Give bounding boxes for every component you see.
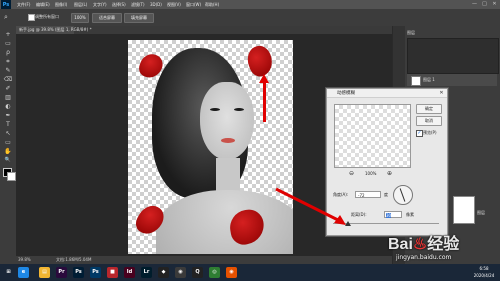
distance-input[interactable]: 30 bbox=[384, 211, 402, 218]
zoom-tool-icon[interactable]: 🔍 bbox=[3, 156, 13, 165]
dialog-title: 动感模糊 bbox=[327, 89, 447, 98]
path-select-tool-icon[interactable]: ↖ bbox=[3, 129, 13, 138]
document-tab[interactable]: 新手.jpg @ 39.8% (图层 1, RGB/8#) * bbox=[16, 26, 92, 34]
pencil-tool-icon[interactable]: ✐ bbox=[3, 84, 13, 93]
zoom-tool-icon: ⌕ bbox=[4, 13, 8, 21]
close-icon[interactable]: ✕ bbox=[490, 0, 499, 9]
photoshop-active-icon[interactable]: Ps bbox=[90, 267, 101, 278]
app-icon[interactable]: ◆ bbox=[158, 267, 169, 278]
zoom-in-icon[interactable]: ⊕ bbox=[387, 170, 395, 178]
angle-unit: 度 bbox=[384, 192, 388, 197]
distance-value: 30 bbox=[386, 213, 392, 218]
ie-icon[interactable]: e bbox=[18, 267, 29, 278]
chrome-icon[interactable]: ◎ bbox=[209, 267, 220, 278]
move-tool-icon[interactable]: + bbox=[3, 30, 13, 39]
status-bar: 39.8% 文档:1.86M/5.04M bbox=[16, 256, 392, 264]
watermark-url: jingyan.baidu.com bbox=[396, 254, 452, 261]
menu-3d[interactable]: 3D(D) bbox=[150, 1, 162, 8]
options-bar: ⌕ 调整所有窗口 100% 适合屏幕 填充屏幕 bbox=[0, 9, 500, 27]
maximize-icon[interactable]: □ bbox=[480, 0, 489, 9]
hand-tool-icon[interactable]: ✋ bbox=[3, 147, 13, 156]
lightroom-icon[interactable]: Lr bbox=[141, 267, 152, 278]
minimize-icon[interactable]: — bbox=[470, 0, 479, 9]
preview-checkbox[interactable]: ✓ bbox=[416, 130, 423, 137]
lips bbox=[221, 138, 235, 143]
game-icon[interactable]: ◉ bbox=[175, 267, 186, 278]
right-eye bbox=[234, 108, 244, 111]
distance-label: 距离(D): bbox=[351, 212, 367, 217]
crop-tool-icon[interactable]: ⌗ bbox=[3, 57, 13, 66]
qq-icon[interactable]: Q bbox=[192, 267, 203, 278]
media-icon[interactable]: ■ bbox=[107, 267, 118, 278]
pen-tool-icon[interactable]: ✒ bbox=[3, 111, 13, 120]
ok-button[interactable]: 确定 bbox=[416, 104, 442, 114]
type-tool-icon[interactable]: T bbox=[3, 120, 13, 129]
premiere-icon[interactable]: Pr bbox=[56, 267, 67, 278]
background-layer-label: 图层 bbox=[477, 210, 485, 215]
brush-tool-icon[interactable]: ✎ bbox=[3, 66, 13, 75]
layer-row[interactable]: 图层 1 bbox=[407, 74, 497, 86]
menu-edit[interactable]: 编辑(E) bbox=[36, 1, 50, 8]
annotation-arrowhead-icon bbox=[259, 74, 269, 83]
annotation-arrow-shaft bbox=[263, 82, 266, 122]
fit-screen-button[interactable]: 适合屏幕 bbox=[92, 13, 122, 23]
dodge-tool-icon[interactable]: ◐ bbox=[3, 102, 13, 111]
menu-help[interactable]: 帮助(H) bbox=[205, 1, 219, 8]
document-canvas[interactable] bbox=[128, 40, 293, 254]
fill-screen-button[interactable]: 填充屏幕 bbox=[124, 13, 154, 23]
start-icon[interactable]: ⊞ bbox=[3, 267, 14, 278]
menu-select[interactable]: 选择(S) bbox=[112, 1, 126, 8]
zoom-100-button[interactable]: 100% bbox=[71, 13, 89, 23]
eraser-tool-icon[interactable]: ⌫ bbox=[3, 75, 13, 84]
photoshop-icon[interactable]: Ps bbox=[73, 267, 84, 278]
layer-name: 图层 1 bbox=[423, 77, 435, 82]
layers-options-panel bbox=[407, 38, 499, 74]
tools-panel: + ▭ ρ ⌗ ✎ ⌫ ✐ ▥ ◐ ✒ T ↖ ▭ ✋ 🔍 bbox=[0, 26, 16, 264]
photoshop-logo: Ps bbox=[1, 0, 11, 9]
angle-input[interactable]: -72 bbox=[355, 191, 381, 198]
indesign-icon[interactable]: Id bbox=[124, 267, 135, 278]
menu-view[interactable]: 视图(V) bbox=[167, 1, 181, 8]
menu-type[interactable]: 文字(Y) bbox=[93, 1, 107, 8]
resize-all-label: 调整所有窗口 bbox=[35, 14, 59, 19]
menu-layer[interactable]: 图层(L) bbox=[74, 1, 87, 8]
menu-filter[interactable]: 滤镜(T) bbox=[131, 1, 145, 8]
zoom-out-icon[interactable]: ⊖ bbox=[349, 170, 357, 178]
face-shape bbox=[200, 82, 254, 160]
left-eye bbox=[210, 108, 220, 111]
status-doc-info: 文档:1.86M/5.04M bbox=[56, 257, 92, 262]
menu-file[interactable]: 文件(F) bbox=[17, 1, 30, 8]
preview-label: 预览(P) bbox=[423, 130, 437, 135]
menu-bar: Ps 文件(F) 编辑(E) 图像(I) 图层(L) 文字(Y) 选择(S) 滤… bbox=[0, 0, 500, 9]
firefox-icon[interactable]: ◉ bbox=[226, 267, 237, 278]
layers-tab[interactable]: 图层 bbox=[407, 30, 497, 36]
gradient-tool-icon[interactable]: ▥ bbox=[3, 93, 13, 102]
distance-unit: 像素 bbox=[406, 212, 414, 217]
background-layer-thumbnail bbox=[453, 196, 475, 224]
background-color-swatch[interactable] bbox=[7, 172, 16, 181]
cancel-button[interactable]: 取消 bbox=[416, 116, 442, 126]
status-zoom: 39.8% bbox=[18, 257, 31, 262]
taskbar-date: 2020/4/24 bbox=[473, 273, 495, 278]
angle-dial[interactable] bbox=[393, 185, 413, 205]
annotation-arrow-slider bbox=[275, 187, 346, 225]
angle-dial-needle bbox=[399, 188, 406, 202]
document-tab-bar: 新手.jpg @ 39.8% (图层 1, RGB/8#) * bbox=[16, 26, 392, 34]
folder-icon[interactable]: ▤ bbox=[39, 267, 50, 278]
menu-window[interactable]: 窗口(W) bbox=[186, 1, 201, 8]
menu-image[interactable]: 图像(I) bbox=[55, 1, 67, 8]
marquee-tool-icon[interactable]: ▭ bbox=[3, 39, 13, 48]
preview-zoom: 100% bbox=[365, 171, 377, 176]
layer-thumbnail bbox=[411, 76, 421, 86]
dialog-close-icon[interactable]: ✕ bbox=[438, 90, 445, 97]
lasso-tool-icon[interactable]: ρ bbox=[3, 48, 13, 57]
watermark-logo: Bai♨经验 bbox=[388, 236, 460, 253]
resize-all-checkbox[interactable] bbox=[28, 14, 35, 21]
shape-tool-icon[interactable]: ▭ bbox=[3, 138, 13, 147]
blur-preview bbox=[334, 104, 411, 168]
